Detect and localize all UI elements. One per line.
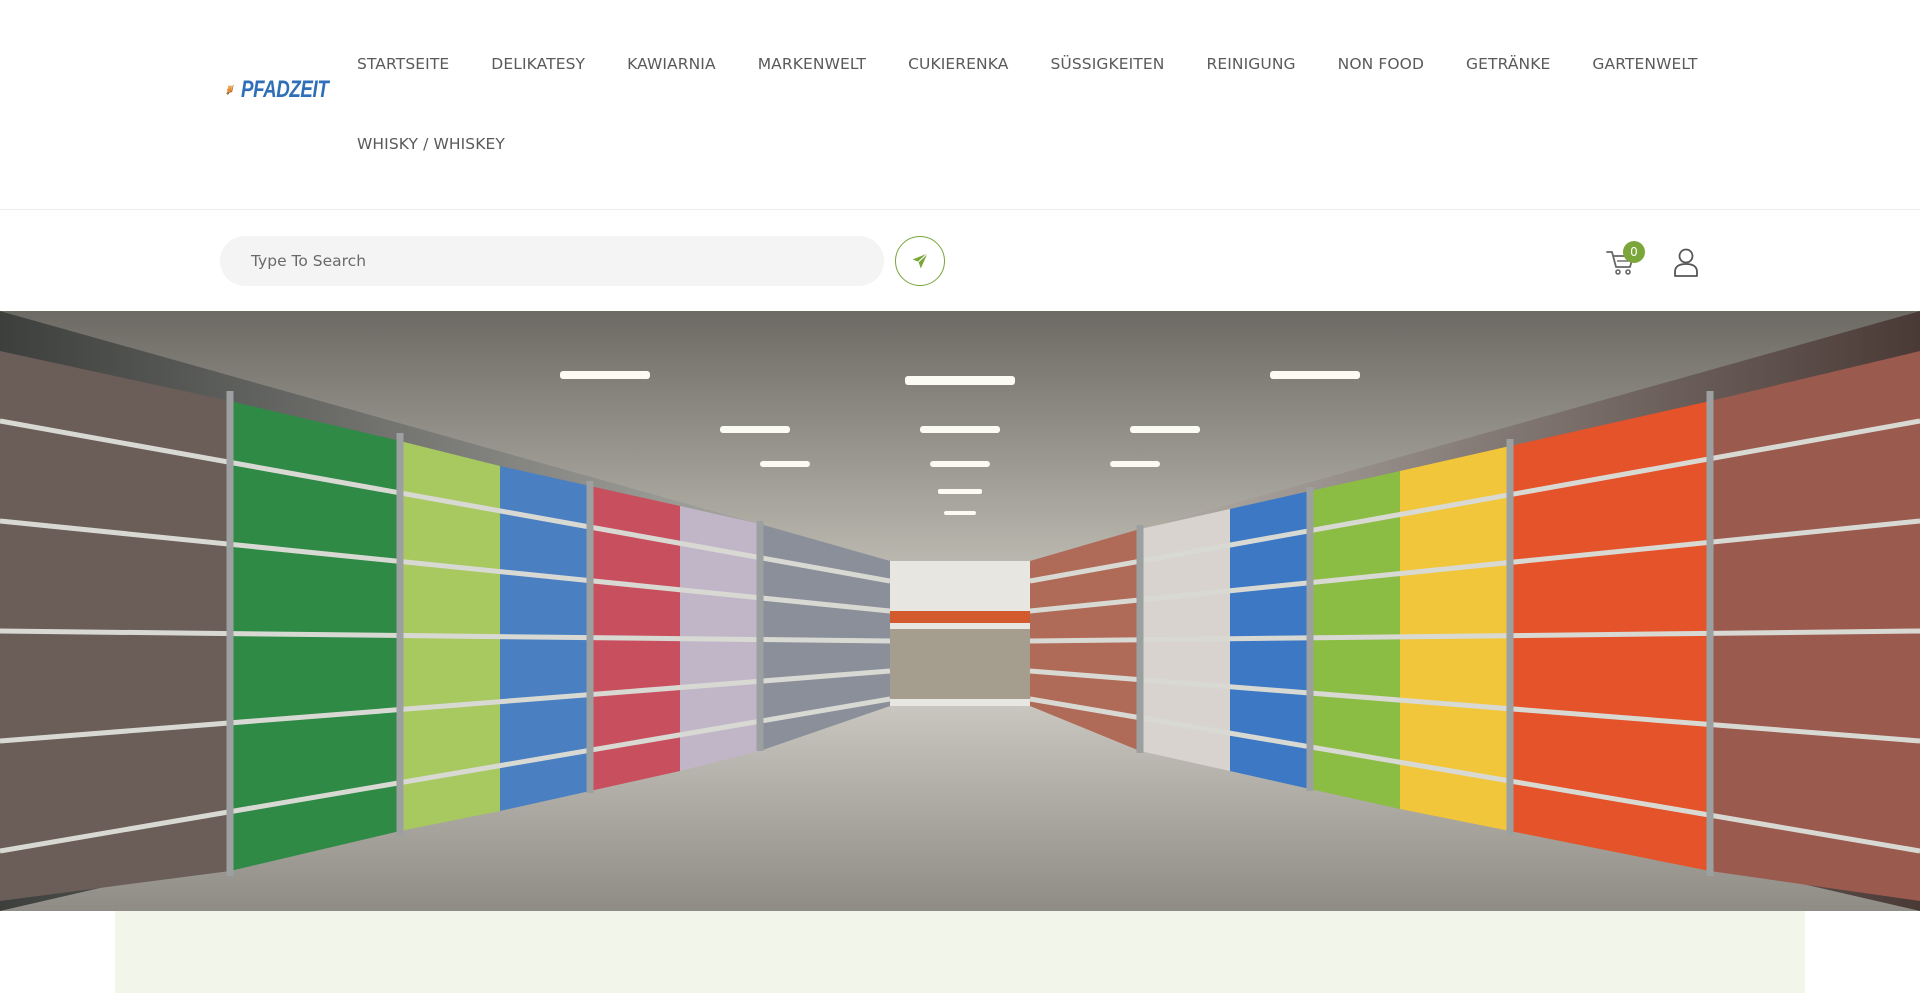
paper-plane-icon (912, 253, 928, 269)
user-icon[interactable] (1672, 247, 1700, 277)
hero-banner (0, 311, 1920, 911)
search-bar-section: 0 (0, 211, 1920, 311)
search-submit-button[interactable] (895, 236, 945, 286)
content-section-panel (115, 911, 1805, 993)
hand-truck-with-boxes-icon (226, 84, 234, 95)
cart-count-badge: 0 (1623, 241, 1645, 263)
nav-item-whisky[interactable]: WHISKY / WHISKEY (357, 135, 505, 153)
nav-item-cukierenka[interactable]: CUKIERENKA (908, 55, 1008, 73)
nav-item-non-food[interactable]: NON FOOD (1338, 55, 1424, 73)
supermarket-aisle-image (0, 311, 1920, 911)
nav-item-suessigkeiten[interactable]: SÜSSIGKEITEN (1050, 55, 1164, 73)
nav-row-secondary: WHISKY / WHISKEY (357, 118, 1717, 170)
nav-item-kawiarnia[interactable]: KAWIARNIA (627, 55, 716, 73)
nav-row-primary: STARTSEITE DELIKATESY KAWIARNIA MARKENWE… (357, 38, 1717, 90)
nav-item-delikatesy[interactable]: DELIKATESY (491, 55, 585, 73)
search-input[interactable] (220, 236, 884, 286)
nav-item-markenwelt[interactable]: MARKENWELT (758, 55, 866, 73)
nav-item-reinigung[interactable]: REINIGUNG (1206, 55, 1295, 73)
site-header: PFADZEIT STARTSEITE DELIKATESY KAWIARNIA… (0, 0, 1920, 210)
nav-item-getraenke[interactable]: GETRÄNKE (1466, 55, 1550, 73)
main-navigation: STARTSEITE DELIKATESY KAWIARNIA MARKENWE… (357, 38, 1717, 170)
logo[interactable]: PFADZEIT (225, 64, 353, 116)
nav-item-startseite[interactable]: STARTSEITE (357, 55, 449, 73)
nav-item-gartenwelt[interactable]: GARTENWELT (1592, 55, 1697, 73)
logo-text: PFADZEIT (240, 76, 329, 103)
